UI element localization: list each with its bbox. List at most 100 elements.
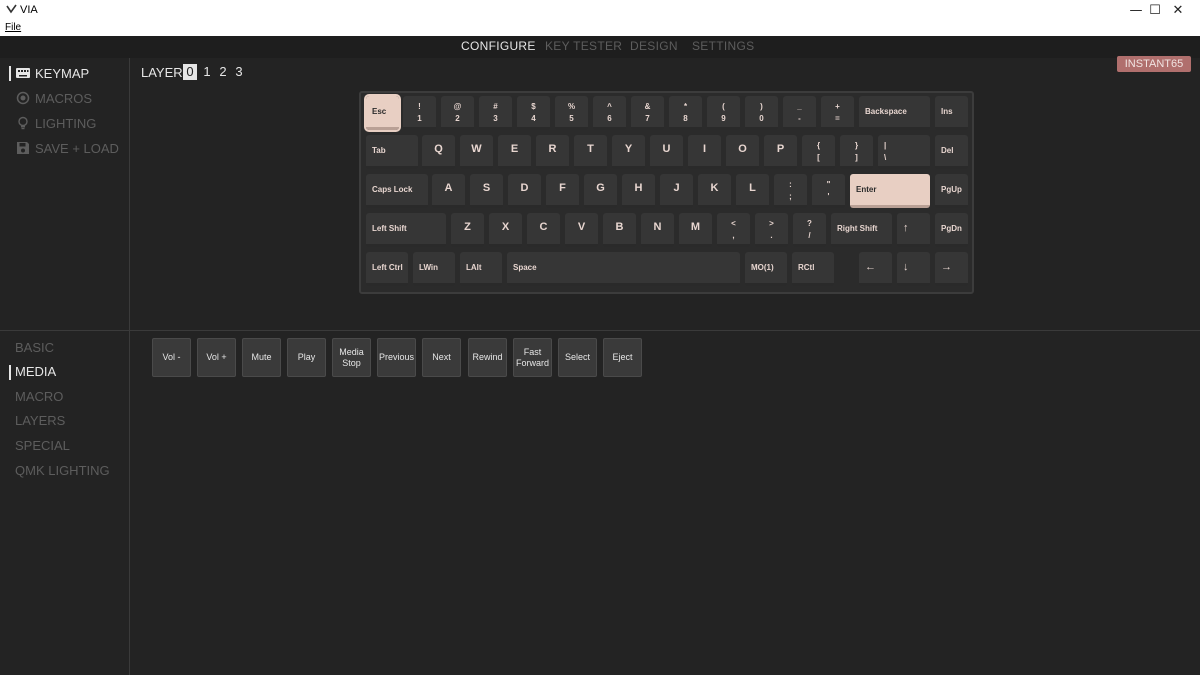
keycode-next[interactable]: Next — [422, 338, 461, 377]
key-slash[interactable]: ? / — [793, 213, 826, 247]
key-left-shift[interactable]: Left Shift — [366, 213, 446, 247]
key-c[interactable]: C — [527, 213, 560, 247]
key-comma[interactable]: <, — [717, 213, 750, 247]
key-equal[interactable]: + = — [821, 96, 854, 130]
key-semicolon[interactable]: :; — [774, 174, 807, 208]
key-space[interactable]: Space — [507, 252, 740, 286]
key-w[interactable]: W — [460, 135, 493, 169]
tab-design[interactable]: DESIGN — [630, 39, 678, 53]
key-m[interactable]: M — [679, 213, 712, 247]
key-backspace[interactable]: Backspace — [859, 96, 930, 130]
key-6[interactable]: ^ 6 — [593, 96, 626, 130]
key-e[interactable]: E — [498, 135, 531, 169]
key-lwin[interactable]: LWin — [413, 252, 455, 286]
layer-1-button[interactable]: 1 — [200, 64, 214, 80]
close-button[interactable]: ✕ — [1156, 1, 1200, 20]
key-right-arrow[interactable]: → — [935, 252, 968, 286]
key-g[interactable]: G — [584, 174, 617, 208]
keycode-vol-up[interactable]: Vol + — [197, 338, 236, 377]
key-left-ctrl[interactable]: Left Ctrl — [366, 252, 408, 286]
key-k[interactable]: K — [698, 174, 731, 208]
key-z[interactable]: Z — [451, 213, 484, 247]
category-special[interactable]: SPECIAL — [15, 437, 70, 455]
menu-file[interactable]: File — [5, 22, 21, 33]
key-d[interactable]: D — [508, 174, 541, 208]
key-5[interactable]: % 5 — [555, 96, 588, 130]
category-macro[interactable]: MACRO — [15, 388, 63, 406]
key-y[interactable]: Y — [612, 135, 645, 169]
tab-key-tester[interactable]: KEY TESTER — [545, 39, 622, 53]
key-left-arrow[interactable]: ← — [859, 252, 892, 286]
category-basic[interactable]: BASIC — [15, 339, 54, 357]
key-lalt[interactable]: LAlt — [460, 252, 502, 286]
key-right-shift[interactable]: Right Shift — [831, 213, 892, 247]
key-o[interactable]: O — [726, 135, 759, 169]
key-quote[interactable]: " ' — [812, 174, 845, 208]
key-tab[interactable]: Tab — [366, 135, 418, 169]
category-media[interactable]: MEDIA — [15, 363, 56, 381]
key-s[interactable]: S — [470, 174, 503, 208]
key-v[interactable]: V — [565, 213, 598, 247]
sidebar-item-save-load[interactable]: SAVE + LOAD — [16, 140, 119, 158]
key-caps-lock[interactable]: Caps Lock — [366, 174, 428, 208]
key-7[interactable]: & 7 — [631, 96, 664, 130]
sidebar-item-keymap[interactable]: KEYMAP — [16, 65, 89, 83]
config-sidebar: KEYMAP MACROS LIGHTING SAVE + LOAD — [0, 58, 130, 330]
key-f[interactable]: F — [546, 174, 579, 208]
keycode-previous[interactable]: Previous — [377, 338, 416, 377]
key-esc[interactable]: Esc — [364, 94, 401, 132]
layer-3-button[interactable]: 3 — [232, 64, 246, 80]
tab-settings[interactable]: SETTINGS — [692, 39, 754, 53]
category-layers[interactable]: LAYERS — [15, 412, 65, 430]
keycode-select[interactable]: Select — [558, 338, 597, 377]
keycode-rewind[interactable]: Rewind — [468, 338, 507, 377]
key-n[interactable]: N — [641, 213, 674, 247]
key-down-arrow[interactable]: ↓ — [897, 252, 930, 286]
key-period[interactable]: >. — [755, 213, 788, 247]
key-l[interactable]: L — [736, 174, 769, 208]
key-j[interactable]: J — [660, 174, 693, 208]
key-right-bracket[interactable]: }] — [840, 135, 873, 169]
keycode-media-stop[interactable]: Media Stop — [332, 338, 371, 377]
key-u[interactable]: U — [650, 135, 683, 169]
key-h[interactable]: H — [622, 174, 655, 208]
keycode-vol-down[interactable]: Vol - — [152, 338, 191, 377]
key-1[interactable]: ! 1 — [403, 96, 436, 130]
category-qmk-lighting[interactable]: QMK LIGHTING — [15, 462, 110, 480]
key-2[interactable]: @2 — [441, 96, 474, 130]
layer-0-button[interactable]: 0 — [183, 64, 197, 80]
keycode-play[interactable]: Play — [287, 338, 326, 377]
key-i[interactable]: I — [688, 135, 721, 169]
key-3[interactable]: #3 — [479, 96, 512, 130]
key-mo1[interactable]: MO(1) — [745, 252, 787, 286]
key-pgup[interactable]: PgUp — [935, 174, 968, 208]
tab-configure[interactable]: CONFIGURE — [461, 39, 536, 53]
sidebar-item-macros[interactable]: MACROS — [16, 90, 92, 108]
layer-2-button[interactable]: 2 — [216, 64, 230, 80]
key-x[interactable]: X — [489, 213, 522, 247]
key-9[interactable]: (9 — [707, 96, 740, 130]
key-backslash[interactable]: | \ — [878, 135, 930, 169]
key-pgdn[interactable]: PgDn — [935, 213, 968, 247]
key-minus[interactable]: _ - — [783, 96, 816, 130]
key-left-bracket[interactable]: {[ — [802, 135, 835, 169]
key-ins[interactable]: Ins — [935, 96, 968, 130]
key-rctl[interactable]: RCtl — [792, 252, 834, 286]
keycode-fast-forward[interactable]: Fast Forward — [513, 338, 552, 377]
key-enter[interactable]: Enter — [850, 174, 930, 208]
key-p[interactable]: P — [764, 135, 797, 169]
keycode-eject[interactable]: Eject — [603, 338, 642, 377]
key-q[interactable]: Q — [422, 135, 455, 169]
sidebar-label-lighting: LIGHTING — [35, 116, 97, 131]
key-t[interactable]: T — [574, 135, 607, 169]
key-8[interactable]: * 8 — [669, 96, 702, 130]
key-0[interactable]: ) 0 — [745, 96, 778, 130]
key-up-arrow[interactable]: ↑ — [897, 213, 930, 247]
key-b[interactable]: B — [603, 213, 636, 247]
key-4[interactable]: $4 — [517, 96, 550, 130]
key-a[interactable]: A — [432, 174, 465, 208]
keycode-mute[interactable]: Mute — [242, 338, 281, 377]
key-r[interactable]: R — [536, 135, 569, 169]
sidebar-item-lighting[interactable]: LIGHTING — [16, 115, 96, 133]
key-del[interactable]: Del — [935, 135, 968, 169]
